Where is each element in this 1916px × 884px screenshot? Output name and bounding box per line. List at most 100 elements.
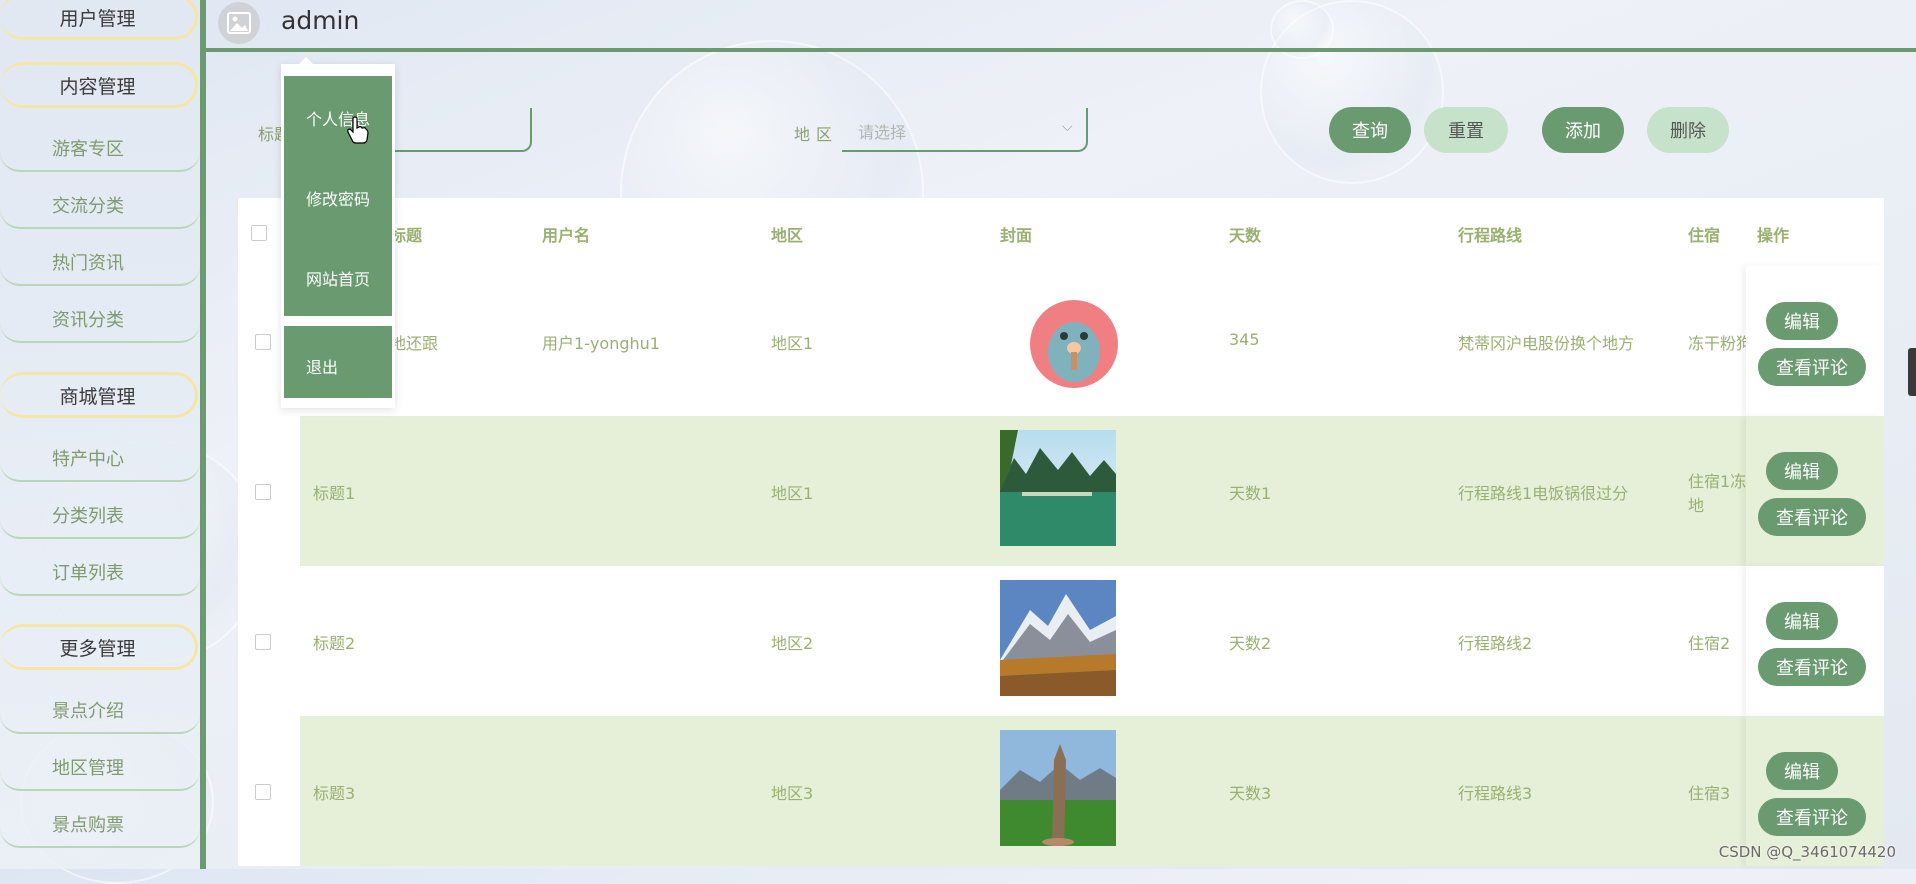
query-button[interactable]: 查询 <box>1329 107 1411 153</box>
view-comments-button[interactable]: 查看评论 <box>1758 648 1866 686</box>
cell-title: 标题3 <box>313 784 356 803</box>
cell-lodging-wrap: 地 <box>1688 496 1705 515</box>
cell-title: 地还跟 <box>390 334 439 353</box>
column-header-cover: 封面 <box>1000 226 1033 245</box>
sidebar-item-tickets[interactable]: 景点购票 <box>0 802 200 848</box>
column-header-actions: 操作 <box>1757 226 1790 245</box>
region-select-placeholder: 请选择 <box>858 123 907 142</box>
sidebar-item-label: 特产中心 <box>52 449 124 470</box>
menu-item-change-password[interactable]: 修改密码 <box>306 186 370 210</box>
sidebar-item-label: 景点介绍 <box>52 701 124 722</box>
table-header: 标题 用户名 地区 封面 天数 行程路线 住宿 操作 <box>238 198 1884 266</box>
sidebar-item-label: 订单列表 <box>52 563 124 584</box>
username[interactable]: admin <box>281 6 359 35</box>
view-comments-button[interactable]: 查看评论 <box>1758 348 1866 386</box>
actions-cell: 编辑 查看评论 <box>1746 566 1884 716</box>
cell-route: 行程路线2 <box>1458 634 1533 653</box>
sidebar-group-label: 用户管理 <box>59 7 136 30</box>
cell-title: 标题2 <box>313 634 356 653</box>
sidebar-item-order-list[interactable]: 订单列表 <box>0 550 200 596</box>
chevron-down-icon: ⌵ <box>1062 119 1073 135</box>
row-checkbox[interactable] <box>255 784 271 800</box>
watermark: CSDN @Q_3461074420 <box>1718 843 1896 861</box>
cell-days: 345 <box>1229 330 1260 349</box>
dropdown-group: 个人信息 修改密码 网站首页 <box>284 76 392 316</box>
row-checkbox[interactable] <box>255 634 271 650</box>
cell-days: 天数1 <box>1229 484 1272 503</box>
sidebar-item-attractions[interactable]: 景点介绍 <box>0 688 200 734</box>
cell-region: 地区2 <box>771 634 814 653</box>
cover-image-cartoon <box>1016 292 1132 408</box>
column-header-lodging: 住宿 <box>1688 226 1721 245</box>
sidebar-item-hot-news[interactable]: 热门资讯 <box>0 240 200 286</box>
column-header-route: 行程路线 <box>1458 226 1523 245</box>
avatar[interactable] <box>218 2 260 44</box>
edit-button[interactable]: 编辑 <box>1766 602 1838 640</box>
table-row: 标题3 地区3 天数3 行程路线3 住宿3 编辑 查看评论 <box>238 716 1884 866</box>
sidebar-group-content[interactable]: 内容管理 <box>0 62 198 108</box>
sidebar-item-news-category[interactable]: 资讯分类 <box>0 297 200 343</box>
reset-button[interactable]: 重置 <box>1424 107 1508 153</box>
cell-region: 地区3 <box>771 784 814 803</box>
sidebar-item-specialty[interactable]: 特产中心 <box>0 436 200 482</box>
cell-title: 标题1 <box>313 484 356 503</box>
sidebar-group-label: 商城管理 <box>59 385 136 408</box>
sidebar-group-mall[interactable]: 商城管理 <box>0 372 198 418</box>
sidebar-group-label: 内容管理 <box>59 75 136 98</box>
top-bar: admin <box>206 0 1916 52</box>
cover-image-tree-meadow <box>1000 730 1116 846</box>
region-label: 地区 <box>794 125 839 144</box>
row-checkbox[interactable] <box>255 334 271 350</box>
cell-username: 用户1-yonghu1 <box>542 334 660 353</box>
actions-cell: 编辑 查看评论 <box>1746 416 1884 566</box>
cell-route: 行程路线3 <box>1458 784 1533 803</box>
sidebar-item-label: 游客专区 <box>52 139 124 160</box>
cell-lodging: 住宿3 <box>1688 784 1731 803</box>
cell-lodging: 住宿1冻 <box>1688 472 1747 491</box>
sidebar-group-label: 更多管理 <box>59 637 136 660</box>
column-header-region: 地区 <box>771 226 804 245</box>
sidebar-group-user[interactable]: 用户管理 <box>0 0 198 40</box>
user-dropdown-menu: 个人信息 修改密码 网站首页 退出 <box>281 57 395 408</box>
table-row: 地还跟 用户1-yonghu1 地区1 345 梵蒂冈沪电股份换个地方 冻干粉狗… <box>238 266 1884 416</box>
dropdown-group-logout: 退出 <box>284 326 392 398</box>
sidebar-item-label: 景点购票 <box>52 815 124 836</box>
cover-image-snow-mountain <box>1000 580 1116 696</box>
cell-lodging: 冻干粉狗 <box>1688 334 1748 353</box>
menu-item-logout[interactable]: 退出 <box>306 354 338 378</box>
select-all-checkbox[interactable] <box>251 225 267 241</box>
cell-days: 天数3 <box>1229 784 1272 803</box>
edit-button[interactable]: 编辑 <box>1766 452 1838 490</box>
delete-button[interactable]: 删除 <box>1647 107 1729 153</box>
cell-route: 梵蒂冈沪电股份换个地方 <box>1458 334 1635 353</box>
cell-region: 地区1 <box>771 484 814 503</box>
image-placeholder-icon <box>227 12 251 34</box>
menu-item-home[interactable]: 网站首页 <box>306 266 370 290</box>
view-comments-button[interactable]: 查看评论 <box>1758 498 1866 536</box>
actions-cell: 编辑 查看评论 <box>1746 266 1884 416</box>
edit-button[interactable]: 编辑 <box>1766 752 1838 790</box>
side-scroll-handle[interactable] <box>1908 348 1916 396</box>
sidebar-item-visitor-zone[interactable]: 游客专区 <box>0 126 200 172</box>
cell-lodging: 住宿2 <box>1688 634 1731 653</box>
table-row: 标题2 地区2 天数2 行程路线2 住宿2 编辑 查看评论 <box>238 566 1884 716</box>
column-header-username: 用户名 <box>542 226 591 245</box>
sidebar-item-label: 分类列表 <box>52 506 124 527</box>
add-button[interactable]: 添加 <box>1542 107 1624 153</box>
cover-image-lake <box>1000 430 1116 546</box>
edit-button[interactable]: 编辑 <box>1766 302 1838 340</box>
sidebar-item-category-list[interactable]: 分类列表 <box>0 493 200 539</box>
sidebar-item-label: 热门资讯 <box>52 253 124 274</box>
column-header-days: 天数 <box>1229 226 1262 245</box>
view-comments-button[interactable]: 查看评论 <box>1758 798 1866 836</box>
sidebar: 用户管理 内容管理 游客专区 交流分类 热门资讯 资讯分类 商城管理 特产中心 … <box>0 0 206 869</box>
sidebar-item-label: 资讯分类 <box>52 310 124 331</box>
sidebar-item-region-manage[interactable]: 地区管理 <box>0 745 200 791</box>
sidebar-item-label: 地区管理 <box>52 758 124 779</box>
hand-cursor-icon <box>347 116 369 144</box>
cell-route: 行程路线1电饭锅很过分 <box>1458 484 1629 503</box>
cell-region: 地区1 <box>771 334 814 353</box>
sidebar-group-more[interactable]: 更多管理 <box>0 624 198 670</box>
sidebar-item-exchange-category[interactable]: 交流分类 <box>0 183 200 229</box>
row-checkbox[interactable] <box>255 484 271 500</box>
